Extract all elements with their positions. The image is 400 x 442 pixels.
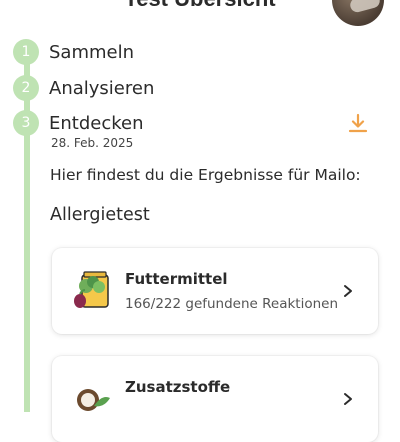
additive-icon — [77, 389, 110, 411]
step-1-label: Sammeln — [49, 42, 135, 63]
step-3-circle: 3 — [13, 110, 39, 136]
step-1-number: 1 — [21, 44, 31, 60]
chevron-right-icon[interactable] — [342, 392, 354, 406]
card-title: Zusatzstoffe — [125, 378, 231, 396]
timeline-line — [24, 52, 30, 412]
step-3-date: 28. Feb. 2025 — [51, 136, 134, 150]
step-3-number: 3 — [21, 115, 31, 131]
result-card-futtermittel[interactable]: Futtermittel 166/222 gefundene Reaktione… — [52, 248, 378, 334]
result-card-zusatzstoffe[interactable]: Zusatzstoffe — [52, 356, 378, 442]
results-intro: Hier findest du die Ergebnisse für Mailo… — [50, 166, 361, 184]
step-2-circle: 2 — [13, 75, 39, 101]
card-subtitle: 166/222 gefundene Reaktionen — [125, 296, 339, 312]
food-bag-icon — [74, 271, 109, 308]
step-2-label: Analysieren — [49, 78, 155, 99]
card-title: Futtermittel — [125, 270, 228, 288]
chevron-right-icon[interactable] — [342, 284, 354, 298]
step-2-number: 2 — [21, 80, 31, 96]
step-3-label: Entdecken — [49, 113, 144, 134]
avatar[interactable] — [332, 0, 384, 26]
step-1-circle: 1 — [13, 39, 39, 65]
download-icon[interactable] — [347, 112, 369, 134]
section-heading-allergietest: Allergietest — [50, 205, 150, 225]
